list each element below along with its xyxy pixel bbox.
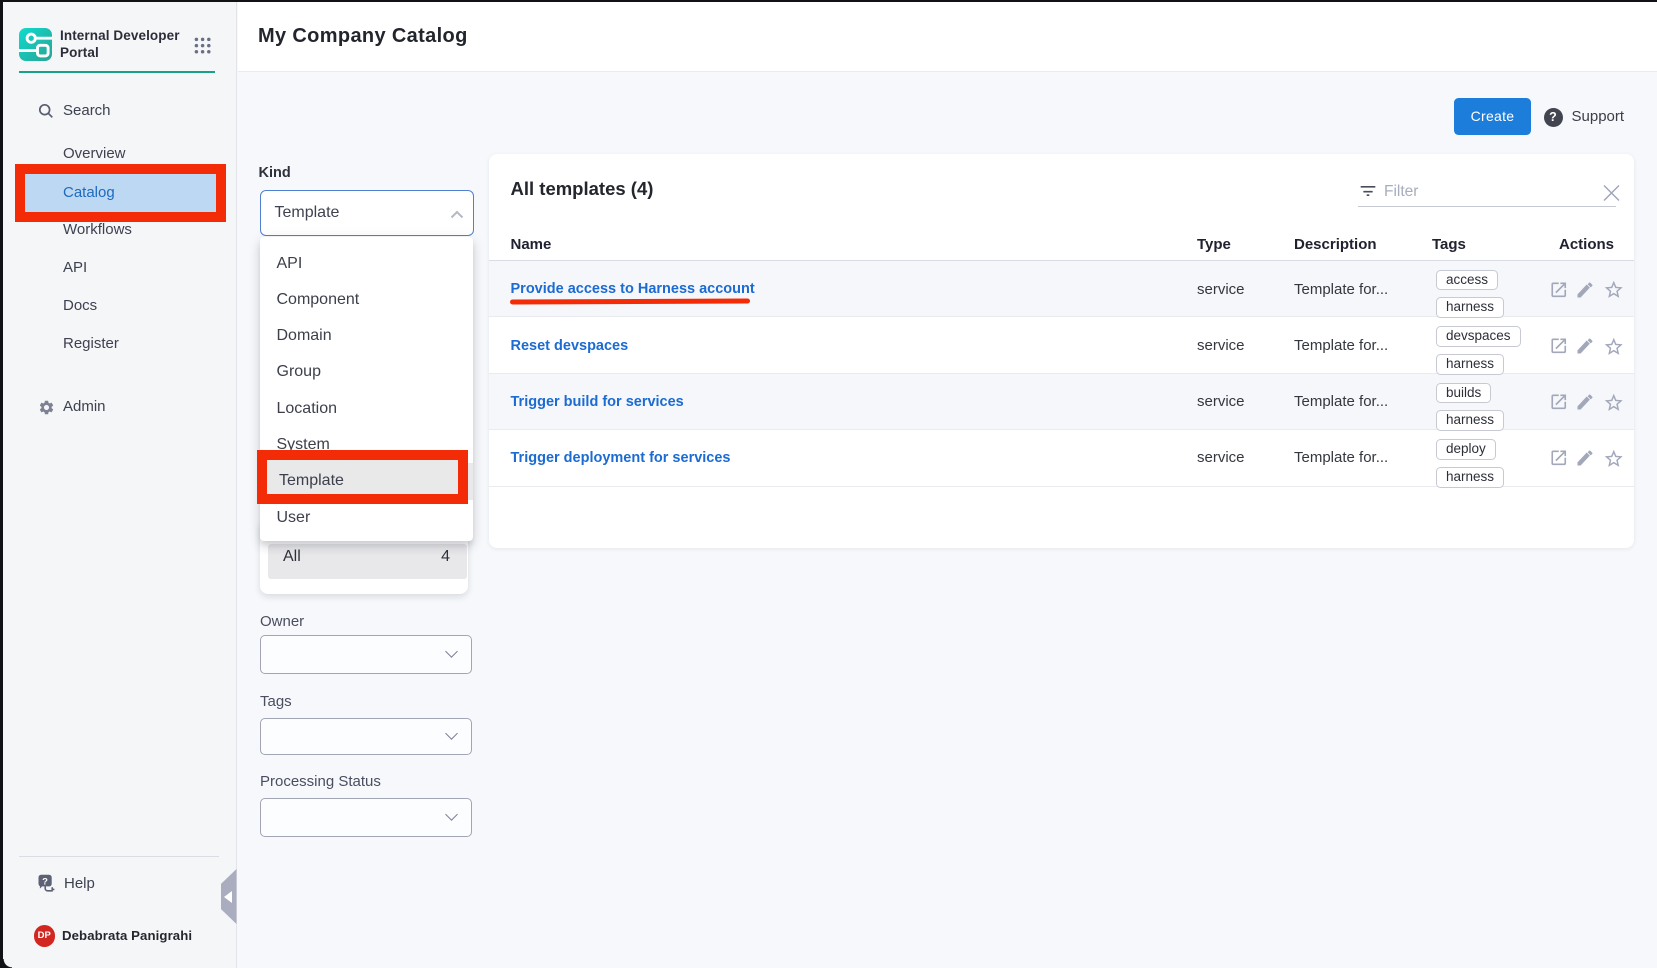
- svg-text:?: ?: [42, 876, 48, 887]
